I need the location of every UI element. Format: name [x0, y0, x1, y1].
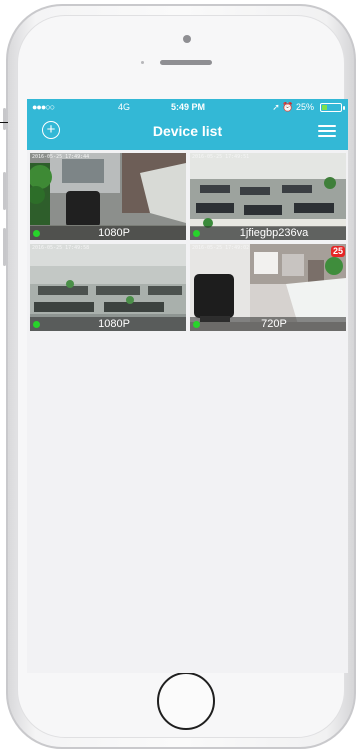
device-caption: 1080P [30, 226, 186, 240]
device-grid: 2016-05-25 17:49:44 1080P 2016-05-25 17:… [30, 153, 346, 331]
status-time: 5:49 PM [171, 102, 206, 112]
device-caption: 1jfiegbp236va [190, 226, 346, 240]
device-tile[interactable]: 2016-05-25 17:49:51 1jfiegbp236va [190, 153, 346, 240]
device-caption: 1080P [30, 317, 186, 331]
camera-timestamp: 2016-05-25 17:49:02 [192, 245, 250, 251]
device-name: 1jfiegbp236va [239, 227, 309, 239]
page-title: Device list [152, 123, 223, 139]
battery-tip [343, 106, 345, 110]
proximity-sensor [141, 61, 144, 64]
volume-down-button [3, 228, 6, 266]
navigation-bar: ●●●○○ 4G 5:49 PM ➚ ⏰ 25% + Device list [27, 99, 348, 150]
camera-timestamp: 2016-05-25 17:49:44 [32, 154, 90, 160]
camera-timestamp: 2016-05-25 17:49:58 [32, 245, 90, 251]
front-camera [183, 35, 191, 43]
battery-icon [320, 103, 345, 112]
signal-strength: ●●●○○ [32, 102, 55, 112]
device-name: 1080P [98, 318, 130, 330]
hamburger-icon-bar [318, 135, 336, 137]
earpiece-speaker [160, 60, 212, 65]
volume-up-button [3, 172, 6, 210]
cable [0, 122, 8, 123]
battery-percent: ➚ ⏰ 25% [272, 102, 314, 112]
device-tile[interactable]: 2016-05-25 17:49:58 1080P [30, 244, 186, 331]
menu-button[interactable] [318, 125, 336, 137]
device-tile[interactable]: 2016-05-25 17:49:44 1080P [30, 153, 186, 240]
device-name: 1080P [98, 227, 130, 239]
home-button[interactable] [157, 672, 215, 730]
alarm-count-badge: 25 [330, 246, 345, 257]
device-tile[interactable]: 2016-05-25 17:49:02 25 720P [190, 244, 346, 331]
battery-level [322, 105, 327, 110]
hamburger-icon-bar [318, 130, 336, 132]
app-screen: ●●●○○ 4G 5:49 PM ➚ ⏰ 25% + Device list 2… [27, 99, 348, 673]
device-caption: 720P [190, 317, 346, 331]
network-type: 4G [118, 102, 131, 112]
side-button [3, 108, 6, 130]
camera-timestamp: 2016-05-25 17:49:51 [192, 154, 250, 160]
device-name: 720P [261, 318, 287, 330]
hamburger-icon-bar [318, 125, 336, 127]
